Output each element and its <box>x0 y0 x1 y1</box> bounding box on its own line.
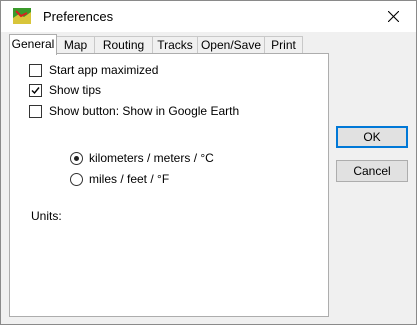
tab-general[interactable]: General <box>9 34 57 55</box>
tab-open-save[interactable]: Open/Save <box>197 36 265 54</box>
units-label: Units: <box>31 209 62 223</box>
start-maximized-option[interactable]: Start app maximized <box>29 62 158 78</box>
google-earth-button-option[interactable]: Show button: Show in Google Earth <box>29 103 239 119</box>
show-tips-label: Show tips <box>49 83 102 97</box>
preferences-dialog: Preferences General Map Routing Tracks O… <box>0 0 417 325</box>
general-panel: Start app maximized Show tips Show butto… <box>9 53 329 317</box>
show-tips-option[interactable]: Show tips <box>29 82 101 98</box>
start-maximized-checkbox[interactable] <box>29 63 42 77</box>
cancel-button[interactable]: Cancel <box>336 160 408 182</box>
units-imperial-option[interactable]: miles / feet / °F <box>70 171 169 187</box>
tab-map[interactable]: Map <box>56 36 95 54</box>
units-imperial-label: miles / feet / °F <box>89 172 170 186</box>
window-title: Preferences <box>43 9 114 24</box>
start-maximized-label: Start app maximized <box>49 63 159 77</box>
units-imperial-radio[interactable] <box>70 172 83 186</box>
google-earth-button-label: Show button: Show in Google Earth <box>49 104 240 118</box>
app-map-icon <box>13 8 31 24</box>
tab-print[interactable]: Print <box>264 36 303 54</box>
units-metric-label: kilometers / meters / °C <box>89 151 214 165</box>
checkmark-icon <box>31 86 40 94</box>
google-earth-button-checkbox[interactable] <box>29 104 42 118</box>
ok-button[interactable]: OK <box>336 126 408 148</box>
tab-routing[interactable]: Routing <box>94 36 153 54</box>
tab-tracks[interactable]: Tracks <box>152 36 198 54</box>
close-icon[interactable] <box>370 1 416 32</box>
title-bar[interactable]: Preferences <box>1 1 416 32</box>
units-metric-radio[interactable] <box>70 151 83 165</box>
show-tips-checkbox[interactable] <box>29 83 42 97</box>
units-metric-option[interactable]: kilometers / meters / °C <box>70 150 214 166</box>
